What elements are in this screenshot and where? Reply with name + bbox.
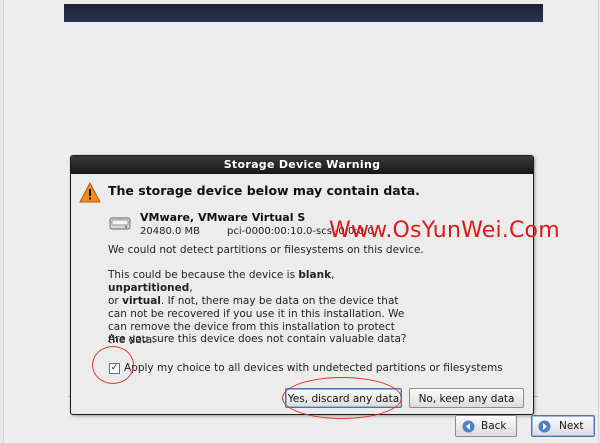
next-label: Next — [559, 420, 584, 432]
next-button[interactable]: Next — [531, 415, 595, 437]
installer-banner — [64, 4, 543, 22]
unpartitioned-word: unpartitioned — [108, 282, 190, 294]
discard-data-button[interactable]: Yes, discard any data — [285, 388, 402, 408]
back-label: Back — [481, 420, 507, 432]
keep-data-button[interactable]: No, keep any data — [409, 388, 524, 408]
apply-all-label[interactable]: Apply my choice to all devices with unde… — [124, 362, 503, 374]
apply-all-checkbox[interactable]: ✓ — [109, 363, 120, 374]
watermark-text: Www.OsYunWei.Com — [329, 218, 560, 243]
device-name: VMware, VMware Virtual S — [140, 211, 306, 224]
back-button[interactable]: Back — [455, 415, 517, 437]
dialog-title: Storage Device Warning — [71, 156, 533, 174]
dialog-heading: The storage device below may contain dat… — [108, 183, 420, 198]
virtual-word: virtual — [122, 295, 161, 307]
confirm-question: Are you sure this device does not contai… — [108, 333, 407, 345]
next-arrow-icon — [538, 420, 551, 433]
hard-disk-icon — [109, 217, 131, 230]
device-size: 20480.0 MB — [140, 226, 201, 237]
no-partitions-text: We could not detect partitions or filesy… — [108, 244, 424, 256]
back-arrow-icon — [462, 420, 475, 433]
blank-word: blank — [298, 269, 332, 281]
storage-device-warning-dialog: Storage Device Warning The storage devic… — [70, 155, 560, 415]
warning-icon — [79, 182, 101, 203]
